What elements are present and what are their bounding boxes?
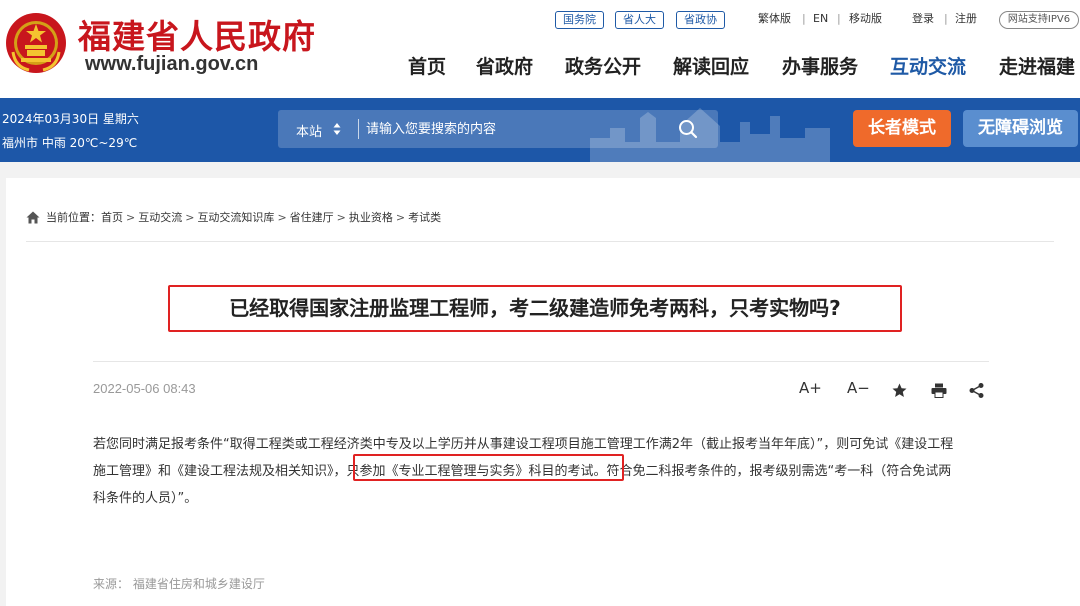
- breadcrumb-item-knowledge-base[interactable]: 互动交流知识库: [197, 211, 274, 224]
- article-title: 已经取得国家注册监理工程师，考二级建造师免考两科，只考实物吗?: [229, 296, 841, 320]
- body-text: 施工管理》和《建设工程法规及相关知识》，: [93, 464, 347, 479]
- search-input[interactable]: [366, 118, 666, 140]
- breadcrumb-separator: >: [126, 210, 136, 224]
- share-icon[interactable]: [969, 383, 984, 398]
- body-text: 符合免二科报考条件的，报考级别需选“考一科（符合免试两: [606, 464, 952, 479]
- link-mobile[interactable]: 移动版: [849, 12, 882, 26]
- top-divider: |: [837, 12, 841, 25]
- nav-gov-affairs[interactable]: 政务公开: [565, 52, 641, 79]
- site-header: 福建省人民政府 www.fujian.gov.cn 国务院 省人大 省政协 繁体…: [0, 0, 1080, 98]
- article-source: 来源： 福建省住房和城乡建设厅: [93, 577, 265, 591]
- star-icon[interactable]: [892, 383, 907, 398]
- current-date: 2024年03月30日 星期六: [2, 112, 139, 126]
- print-icon[interactable]: [931, 383, 947, 398]
- breadcrumb-separator: >: [336, 210, 346, 224]
- font-increase-button[interactable]: A+: [799, 379, 822, 397]
- search-box: 本站: [278, 110, 718, 148]
- nav-services[interactable]: 办事服务: [782, 52, 858, 79]
- breadcrumb-item-housing-dept[interactable]: 省住建厅: [290, 211, 334, 224]
- title-annotation-box: 已经取得国家注册监理工程师，考二级建造师免考两科，只考实物吗?: [168, 285, 902, 332]
- breadcrumb-item-exam[interactable]: 考试类: [408, 211, 441, 224]
- search-bar-region: 2024年03月30日 星期六 福州市 中雨 20℃~29℃ 本站 长者模式 无…: [0, 98, 1080, 162]
- link-provincial-cppcc[interactable]: 省政协: [676, 11, 725, 29]
- link-traditional[interactable]: 繁体版: [758, 12, 791, 26]
- divider: [93, 361, 989, 362]
- site-name[interactable]: 福建省人民政府: [78, 10, 316, 58]
- national-emblem-icon[interactable]: [5, 12, 67, 74]
- top-divider: |: [944, 12, 948, 25]
- link-provincial-congress[interactable]: 省人大: [615, 11, 664, 29]
- link-register[interactable]: 注册: [955, 12, 977, 26]
- breadcrumb-item-interaction[interactable]: 互动交流: [138, 211, 182, 224]
- nav-provincial-gov[interactable]: 省政府: [476, 52, 533, 79]
- nav-fujian[interactable]: 走进福建: [999, 52, 1075, 79]
- breadcrumb: 当前位置：首页 > 互动交流 > 互动交流知识库 > 省住建厅 > 执业资格 > 考试类: [26, 209, 441, 225]
- page: 福建省人民政府 www.fujian.gov.cn 国务院 省人大 省政协 繁体…: [0, 0, 1080, 606]
- link-login[interactable]: 登录: [912, 12, 934, 26]
- article-body-line: 若您同时满足报考条件“取得工程类或工程经济类中专及以上学历并从事建设工程项目施工…: [93, 437, 954, 452]
- link-english[interactable]: EN: [813, 12, 828, 26]
- article-panel: 当前位置：首页 > 互动交流 > 互动交流知识库 > 省住建厅 > 执业资格 > 考试类 已经取得国…: [6, 178, 1080, 606]
- weather-info: 福州市 中雨 20℃~29℃: [2, 136, 138, 150]
- article-body-line: 科条件的人员）”。: [93, 491, 198, 506]
- highlight-annotation-box: [353, 454, 624, 481]
- site-domain: www.fujian.gov.cn: [85, 53, 259, 75]
- font-decrease-button[interactable]: A−: [847, 379, 870, 397]
- publish-date: 2022-05-06 08:43: [93, 381, 196, 396]
- nav-interpretation[interactable]: 解读回应: [673, 52, 749, 79]
- ipv6-badge[interactable]: 网站支持IPV6: [999, 11, 1079, 29]
- nav-home[interactable]: 首页: [408, 52, 446, 79]
- breadcrumb-item-qualification[interactable]: 执业资格: [349, 211, 393, 224]
- elder-mode-button[interactable]: 长者模式: [853, 110, 951, 147]
- sort-arrows-icon[interactable]: [333, 122, 341, 136]
- breadcrumb-item-home[interactable]: 首页: [101, 211, 123, 224]
- search-scope-select[interactable]: 本站: [296, 121, 322, 140]
- divider: [26, 241, 1054, 242]
- breadcrumb-separator: >: [277, 210, 287, 224]
- breadcrumb-label: 当前位置：: [46, 211, 101, 224]
- nav-interaction[interactable]: 互动交流: [890, 52, 966, 79]
- search-icon[interactable]: [678, 119, 698, 139]
- breadcrumb-separator: >: [185, 210, 195, 224]
- home-icon: [26, 211, 40, 223]
- breadcrumb-separator: >: [395, 210, 406, 224]
- link-state-council[interactable]: 国务院: [555, 11, 604, 29]
- top-divider: |: [802, 12, 806, 25]
- search-divider: [358, 119, 359, 139]
- accessible-browse-button[interactable]: 无障碍浏览: [963, 110, 1078, 147]
